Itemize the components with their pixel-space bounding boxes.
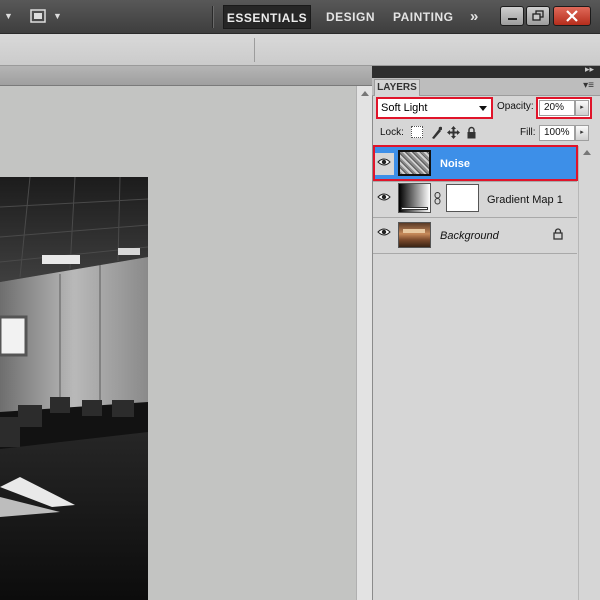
workspace-painting-button[interactable]: PAINTING xyxy=(393,5,453,29)
scroll-up-arrow-icon[interactable] xyxy=(357,86,373,100)
opacity-slider-button[interactable]: ▸ xyxy=(575,100,589,116)
minimize-button[interactable] xyxy=(500,6,524,26)
close-icon xyxy=(566,10,578,22)
selected-layer-highlight xyxy=(373,145,578,181)
lock-image-pixels-icon[interactable] xyxy=(430,126,442,139)
lock-transparent-pixels-icon[interactable] xyxy=(411,126,423,138)
layer-name[interactable]: Background xyxy=(440,229,499,243)
opacity-label: Opacity: xyxy=(497,101,534,112)
document-image xyxy=(0,177,148,600)
appbar-divider xyxy=(212,6,214,28)
close-button[interactable] xyxy=(553,6,591,26)
restore-button[interactable] xyxy=(526,6,550,26)
gradient-map-adjustment-thumbnail xyxy=(398,183,431,213)
collapse-panel-icon[interactable]: ▸▸ xyxy=(585,64,594,75)
options-bar xyxy=(0,34,600,66)
screen-mode-dropdown-icon[interactable]: ▼ xyxy=(53,11,62,21)
screen-mode-icon xyxy=(30,9,46,23)
layer-mask-thumbnail[interactable] xyxy=(446,184,479,212)
document-tab-bar xyxy=(0,66,372,86)
layer-row-gradient-map[interactable]: Gradient Map 1 xyxy=(373,182,577,218)
layer-name[interactable]: Gradient Map 1 xyxy=(487,193,563,207)
mask-link-icon[interactable] xyxy=(434,192,441,205)
application-bar: ▼ ▼ ESSENTIALS DESIGN PAINTING » xyxy=(0,0,600,34)
lock-label: Lock: xyxy=(380,127,404,138)
document-vertical-scrollbar[interactable] xyxy=(356,86,372,600)
workspace-design-button[interactable]: DESIGN xyxy=(326,5,375,29)
conference-room-photo xyxy=(0,177,148,600)
fill-slider-button[interactable]: ▸ xyxy=(575,125,589,141)
thumbnail-detail xyxy=(403,229,425,233)
fill-label: Fill: xyxy=(520,127,536,138)
blend-mode-value: Soft Light xyxy=(381,102,428,114)
layer-locked-icon xyxy=(553,228,563,240)
layer-visibility-toggle[interactable] xyxy=(374,223,394,245)
tab-layers[interactable]: LAYERS xyxy=(374,79,420,96)
eye-icon xyxy=(377,193,391,201)
options-divider xyxy=(254,38,255,62)
gradient-bar-icon xyxy=(401,207,428,210)
minimize-icon xyxy=(508,18,517,20)
scroll-up-arrow-icon[interactable] xyxy=(579,146,595,158)
tool-dropdown-arrow-icon[interactable]: ▼ xyxy=(4,11,13,21)
fill-input[interactable]: 100% xyxy=(539,125,575,141)
workspace-essentials-button[interactable]: ESSENTIALS xyxy=(223,5,311,29)
screen-mode-button[interactable] xyxy=(29,8,47,24)
opacity-input[interactable]: 20% xyxy=(539,100,575,116)
lock-all-icon[interactable] xyxy=(466,126,477,139)
panel-dock-header: ▸▸ xyxy=(372,64,600,78)
chevron-down-icon xyxy=(479,106,487,111)
restore-icon xyxy=(532,10,544,21)
layer-visibility-toggle[interactable] xyxy=(374,188,394,210)
panel-menu-icon[interactable]: ▾≡ xyxy=(583,80,594,91)
layer-row-background[interactable]: Background xyxy=(373,218,577,254)
more-workspaces-icon[interactable]: » xyxy=(470,5,479,29)
eye-icon xyxy=(377,228,391,236)
background-layer-thumbnail xyxy=(398,222,431,248)
lock-position-icon[interactable] xyxy=(447,126,460,139)
layers-panel-scrollbar[interactable] xyxy=(578,146,594,600)
